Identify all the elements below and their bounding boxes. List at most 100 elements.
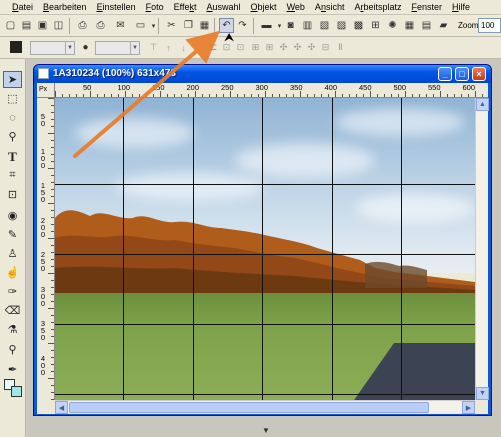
ruler-tick-label: 150 [152,83,165,92]
ruler-tick-label: 3 0 0 [40,284,46,308]
background-color-swatch[interactable] [11,386,22,397]
save-web-icon[interactable]: ◫ [51,18,66,33]
panorama-icon[interactable]: ▨ [334,18,349,33]
autumn-forest [55,210,475,298]
ruler-tick-label: 550 [428,83,441,92]
ruler-tick-label: 250 [221,83,234,92]
vertical-scrollbar[interactable]: ▲ ▼ [475,98,489,400]
scroll-thumb[interactable] [69,402,429,413]
property-field-1[interactable]: ▼ [30,41,75,55]
print-preview-icon[interactable]: ⎙ [93,18,108,33]
new-file-icon[interactable]: ▢ [3,18,18,33]
smudge-tool-icon[interactable]: ☝ [3,264,22,281]
menu-web[interactable]: Web [287,2,305,12]
image-list-icon[interactable]: ▤ [419,18,434,33]
save-icon[interactable]: ▣ [35,18,50,33]
maximize-icon[interactable]: □ [455,67,469,81]
align-icon-5[interactable]: ✣ [306,42,317,53]
eyedropper-tool-icon[interactable]: ✒ [3,361,22,378]
film-icon[interactable]: ▥ [300,18,315,33]
menu-effekt[interactable]: Effekt [174,2,197,12]
print-icon[interactable]: ⎙ [75,18,90,33]
menu-arbeitsplatz[interactable]: Arbeitsplatz [354,2,401,12]
mouse-cursor-icon: ⮝ [224,30,235,44]
menu-einstellen[interactable]: Einstellen [97,2,136,12]
magic-wand-icon[interactable]: ⚲ [3,128,22,145]
ruler-tick-label: 4 0 0 [40,353,46,377]
ruler-tick-label: 2 5 0 [40,250,46,273]
menu-objekt[interactable]: Objekt [251,2,277,12]
menu-auswahl[interactable]: Auswahl [207,2,241,12]
ruler-tick-label: 3 5 0 [40,319,46,342]
toolbar-separator [253,18,254,34]
color-mode-icon[interactable] [10,41,22,53]
align-bottom-icon[interactable]: ⊥ [193,42,204,53]
frame-icon[interactable]: ▦ [402,18,417,33]
scroll-down-icon[interactable]: ▼ [476,387,489,400]
align-top-icon[interactable]: ⊤ [148,42,159,53]
paste-icon[interactable]: ▦ [197,18,212,33]
film-strip-icon[interactable]: ▰ [436,18,451,33]
zoom-field[interactable]: 100 [478,18,501,33]
panel-collapse-icon[interactable]: ▼ [262,426,270,435]
menu-fenster[interactable]: Fenster [412,2,443,12]
toolbar-separator [69,18,70,34]
crop-tool-icon[interactable]: ⌗ [3,167,22,184]
fill-tool-icon[interactable]: ⚗ [3,321,22,338]
ruler-tick-label: 100 [117,83,131,92]
straighten-tool-icon[interactable]: ⊡ [3,186,22,203]
cut-icon[interactable]: ✂ [164,18,179,33]
align-icon-3[interactable]: ✣ [278,42,289,53]
email-icon[interactable]: ✉ [113,18,128,33]
distribute-icon-2[interactable]: Ⅱ [335,42,346,53]
selection-tool-icon[interactable]: ⬚ [3,90,22,107]
close-icon[interactable]: × [472,67,486,81]
property-field-2[interactable]: ▼ [95,41,140,55]
retouch-tool-icon[interactable]: ✑ [3,283,22,300]
toolbox: ➤ ⬚ ◌ ⚲ T ⌗ ⊡ ◉ ✎ ♙ ☝ ✑ ⌫ ⚗ ⚲ ✒ [0,59,26,437]
arrow-tool-icon[interactable]: ➤ [3,71,22,88]
brush-tool-icon[interactable]: ✎ [3,226,22,243]
align-icon-4[interactable]: ✣ [292,42,303,53]
light-icon[interactable]: ✺ [385,18,400,33]
align-icon-1[interactable]: ⊞ [250,42,261,53]
menu-foto[interactable]: Foto [146,2,164,12]
minimize-icon[interactable]: _ [438,67,452,81]
chevron-down-icon[interactable]: ▼ [65,42,74,54]
align-left-icon[interactable]: ⊏ [208,42,219,53]
copy-icon[interactable]: ❐ [181,18,196,33]
align-icon-2[interactable]: ⊞ [264,42,275,53]
redo-icon[interactable]: ↷ [235,18,250,33]
menu-bearbeiten[interactable]: Bearbeiten [43,2,87,12]
ruler-tick-label: 600 [462,83,476,92]
red-eye-tool-icon[interactable]: ◉ [3,207,22,224]
document-titlebar[interactable]: 1A310234 (100%) 631x473 _ □ × [34,65,491,83]
main-toolbar: ▢ ▤ ▣ ◫ ⎙ ⎙ ✉ ▭ ▾ ✂ ❐ ▦ ↶ ↷ ▬ ▾ ◙ ▥ ▧ ▨ … [0,15,501,37]
distribute-icon-1[interactable]: ⊟ [320,42,331,53]
menu-ansicht[interactable]: Ansicht [315,2,345,12]
lasso-tool-icon[interactable]: ◌ [3,109,22,126]
scroll-up-icon[interactable]: ▲ [476,98,489,111]
image-canvas[interactable] [55,98,475,400]
menu-hilfe[interactable]: Hilfe [452,2,470,12]
arrow-down-icon[interactable]: ↓ [178,42,189,53]
monitor-icon[interactable]: ▩ [351,18,366,33]
text-tool-icon[interactable]: T [3,148,22,165]
ungroup-icon[interactable]: ⊡ [235,42,246,53]
camera-icon[interactable]: ◙ [283,18,298,33]
eraser-tool-icon[interactable]: ⌫ [3,302,22,319]
horizontal-scrollbar[interactable]: ◀ ▶ [55,400,475,414]
zoom-tool-icon[interactable]: ⚲ [3,341,22,358]
image-icon[interactable]: ▧ [317,18,332,33]
ruler-unit[interactable]: Px [37,83,55,98]
fit-icon[interactable]: ⊞ [368,18,383,33]
open-file-icon[interactable]: ▤ [19,18,34,33]
arrow-up-icon[interactable]: ↑ [163,42,174,53]
ruler-tick-label: 300 [255,83,269,92]
document-icon [38,68,49,79]
menu-datei[interactable]: Datei [12,2,33,12]
scroll-left-icon[interactable]: ◀ [55,401,68,414]
clone-tool-icon[interactable]: ♙ [3,245,22,262]
scroll-right-icon[interactable]: ▶ [462,401,475,414]
chevron-down-icon[interactable]: ▼ [130,42,139,54]
